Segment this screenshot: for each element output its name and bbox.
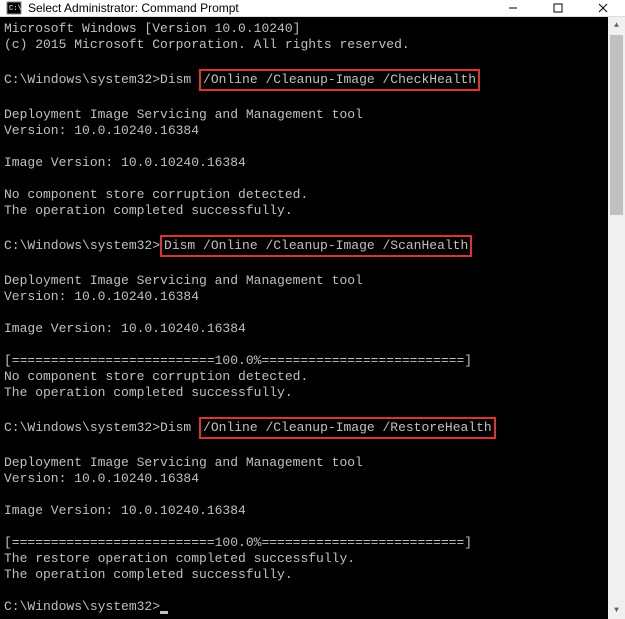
command-prompt-window: C:\ Select Administrator: Command Prompt… <box>0 0 625 609</box>
svg-text:C:\: C:\ <box>9 5 22 13</box>
terminal-line <box>4 219 604 235</box>
terminal-line <box>4 305 604 321</box>
terminal-line <box>4 401 604 417</box>
terminal-line: The operation completed successfully. <box>4 567 604 583</box>
window-title: Select Administrator: Command Prompt <box>28 1 490 15</box>
titlebar[interactable]: C:\ Select Administrator: Command Prompt <box>0 0 625 17</box>
terminal-line <box>4 91 604 107</box>
client-area: Microsoft Windows [Version 10.0.10240](c… <box>0 17 625 619</box>
terminal-line: [==========================100.0%=======… <box>4 535 604 551</box>
terminal-line: Deployment Image Servicing and Managemen… <box>4 455 604 471</box>
scroll-up-button[interactable]: ▲ <box>608 17 625 34</box>
terminal-line: Version: 10.0.10240.16384 <box>4 471 604 487</box>
terminal-line: Version: 10.0.10240.16384 <box>4 123 604 139</box>
terminal-line: Image Version: 10.0.10240.16384 <box>4 321 604 337</box>
scroll-thumb[interactable] <box>610 35 623 215</box>
terminal-line <box>4 337 604 353</box>
terminal-line: The operation completed successfully. <box>4 203 604 219</box>
prompt-text: C:\Windows\system32>Dism <box>4 72 199 87</box>
cmd-icon: C:\ <box>6 0 22 16</box>
highlighted-command-checkhealth: /Online /Cleanup-Image /CheckHealth <box>199 69 480 91</box>
terminal-line <box>4 139 604 155</box>
terminal-line: No component store corruption detected. <box>4 187 604 203</box>
terminal-line: Image Version: 10.0.10240.16384 <box>4 503 604 519</box>
terminal-line: C:\Windows\system32>Dism /Online /Cleanu… <box>4 235 604 257</box>
terminal-line <box>4 53 604 69</box>
highlighted-command-scanhealth: Dism /Online /Cleanup-Image /ScanHealth <box>160 235 472 257</box>
minimize-button[interactable] <box>490 0 535 16</box>
terminal-line: (c) 2015 Microsoft Corporation. All righ… <box>4 37 604 53</box>
terminal-line: No component store corruption detected. <box>4 369 604 385</box>
scroll-down-button[interactable]: ▼ <box>608 602 625 619</box>
terminal-line: The restore operation completed successf… <box>4 551 604 567</box>
terminal-output[interactable]: Microsoft Windows [Version 10.0.10240](c… <box>0 17 608 619</box>
terminal-line: C:\Windows\system32>Dism /Online /Cleanu… <box>4 69 604 91</box>
terminal-line: Microsoft Windows [Version 10.0.10240] <box>4 21 604 37</box>
terminal-line: Deployment Image Servicing and Managemen… <box>4 107 604 123</box>
terminal-line <box>4 487 604 503</box>
terminal-line <box>4 583 604 599</box>
terminal-line: The operation completed successfully. <box>4 385 604 401</box>
terminal-line: C:\Windows\system32>Dism /Online /Cleanu… <box>4 417 604 439</box>
window-controls <box>490 0 625 16</box>
terminal-line <box>4 519 604 535</box>
prompt-text: C:\Windows\system32> <box>4 599 160 614</box>
terminal-line: Image Version: 10.0.10240.16384 <box>4 155 604 171</box>
terminal-line: [==========================100.0%=======… <box>4 353 604 369</box>
terminal-line <box>4 171 604 187</box>
terminal-line: Deployment Image Servicing and Managemen… <box>4 273 604 289</box>
prompt-text: C:\Windows\system32> <box>4 238 160 253</box>
prompt-text: C:\Windows\system32>Dism <box>4 420 199 435</box>
maximize-button[interactable] <box>535 0 580 16</box>
highlighted-command-restorehealth: /Online /Cleanup-Image /RestoreHealth <box>199 417 496 439</box>
close-button[interactable] <box>580 0 625 16</box>
vertical-scrollbar[interactable]: ▲ ▼ <box>608 17 625 619</box>
cursor <box>160 611 168 614</box>
terminal-line <box>4 257 604 273</box>
terminal-line: Version: 10.0.10240.16384 <box>4 289 604 305</box>
terminal-line: C:\Windows\system32> <box>4 599 604 615</box>
terminal-line <box>4 439 604 455</box>
